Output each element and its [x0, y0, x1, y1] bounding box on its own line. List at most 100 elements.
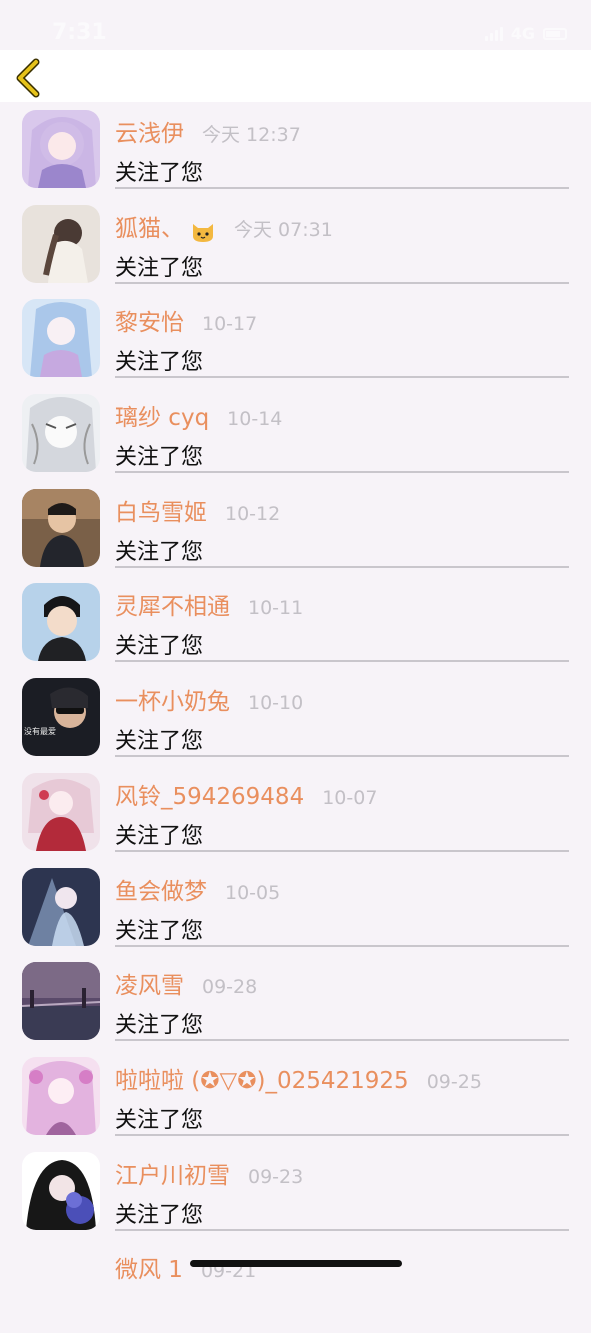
avatar[interactable]	[22, 488, 100, 567]
list-item[interactable]: 狐猫、 今天 07:31 关注了您	[0, 197, 591, 292]
divider	[115, 281, 569, 284]
avatar[interactable]	[22, 110, 100, 188]
avatar[interactable]	[22, 299, 100, 378]
user-name[interactable]: 黎安怡	[115, 303, 184, 337]
follow-time: 10-10	[248, 692, 304, 715]
item-header: 一杯小奶兔 10-10	[115, 682, 303, 716]
follow-time: 10-11	[248, 597, 304, 620]
divider	[115, 944, 569, 947]
list-item[interactable]: 凌风雪 09-28 关注了您	[0, 954, 591, 1049]
network-label: 4G	[510, 24, 535, 43]
follow-action-text: 关注了您	[115, 823, 204, 849]
follow-action-text: 关注了您	[115, 918, 204, 944]
divider	[115, 187, 569, 189]
list-item[interactable]: 风铃_594269484 10-07 关注了您	[0, 765, 591, 860]
list-item[interactable]: 云浅伊 今天 12:37 关注了您	[0, 102, 591, 197]
list-item[interactable]: 啦啦啦 (✪▽✪)_025421925 09-25 关注了您	[0, 1049, 591, 1144]
follow-action-text: 关注了您	[115, 1013, 204, 1039]
status-bar: 7:31 4G	[0, 0, 591, 50]
follow-time: 10-07	[322, 786, 378, 809]
follow-action-text: 关注了您	[115, 255, 204, 281]
follow-action-text: 关注了您	[115, 161, 204, 186]
user-name[interactable]: 江户川初雪	[115, 1156, 230, 1190]
avatar[interactable]	[22, 962, 100, 1041]
avatar[interactable]	[22, 867, 100, 946]
divider	[115, 755, 569, 758]
follow-action-text: 关注了您	[115, 1107, 204, 1133]
follow-time: 09-25	[426, 1070, 482, 1093]
back-button[interactable]	[8, 54, 52, 98]
item-header: 黎安怡 10-17	[115, 303, 257, 337]
cat-face-icon	[193, 224, 213, 243]
divider	[115, 1228, 569, 1231]
avatar[interactable]	[22, 1151, 100, 1230]
divider	[115, 660, 569, 663]
follow-time: 10-17	[202, 313, 258, 336]
nav-bar	[0, 50, 591, 102]
follow-time: 今天 07:31	[234, 218, 333, 241]
list-item[interactable]: 微风 1 09-21	[0, 1238, 591, 1333]
item-header: 风铃_594269484 10-07	[115, 777, 377, 811]
follow-time: 10-12	[225, 502, 281, 525]
list-item[interactable]: 黎安怡 10-17 关注了您	[0, 291, 591, 386]
list-item[interactable]: 白鸟雪姬 10-12 关注了您	[0, 481, 591, 576]
list-item[interactable]: 璃纱 cyq 10-14 关注了您	[0, 386, 591, 481]
avatar[interactable]	[22, 1246, 100, 1324]
signal-icon	[484, 26, 503, 41]
user-name[interactable]: 啦啦啦 (✪▽✪)_025421925	[115, 1061, 409, 1095]
item-header: 灵犀不相通 10-11	[115, 587, 303, 621]
follow-action-text: 关注了您	[115, 634, 204, 660]
divider	[115, 1039, 569, 1042]
user-name[interactable]: 鱼会做梦	[115, 872, 207, 906]
item-header: 云浅伊 今天 12:37	[115, 114, 301, 148]
item-header: 狐猫、 今天 07:31	[115, 209, 333, 245]
avatar[interactable]	[22, 772, 100, 851]
item-header: 鱼会做梦 10-05	[115, 872, 280, 906]
chevron-left-icon	[16, 58, 40, 98]
list-item[interactable]: 江户川初雪 09-23 关注了您	[0, 1144, 591, 1239]
follower-list: 云浅伊 今天 12:37 关注了您 狐猫、 今天 07:31 关注了您 黎安怡 10-17 关注…	[0, 102, 591, 1333]
avatar[interactable]	[22, 394, 100, 473]
follow-action-text: 关注了您	[115, 350, 204, 376]
user-name[interactable]: 风铃_594269484	[115, 777, 304, 811]
user-name[interactable]: 白鸟雪姬	[115, 493, 207, 527]
divider	[115, 1133, 569, 1136]
status-time: 7:31	[52, 20, 107, 45]
follow-time: 09-23	[248, 1165, 304, 1188]
user-name[interactable]: 一杯小奶兔	[115, 682, 230, 716]
svg-text:没有最爱: 没有最爱	[24, 726, 56, 736]
follow-action-text: 关注了您	[115, 539, 204, 565]
follow-action-text: 关注了您	[115, 1202, 204, 1228]
list-item[interactable]: 没有最爱 一杯小奶兔 10-10 关注了您	[0, 670, 591, 765]
divider	[115, 565, 569, 568]
follow-time: 10-14	[227, 408, 283, 431]
battery-icon	[543, 27, 567, 40]
item-header: 凌风雪 09-28	[115, 966, 257, 1000]
user-name[interactable]: 灵犀不相通	[115, 587, 230, 621]
emoji	[184, 218, 216, 244]
list-item[interactable]: 鱼会做梦 10-05 关注了您	[0, 860, 591, 955]
avatar[interactable]: 没有最爱	[22, 678, 100, 757]
item-header: 微风 1 09-21	[115, 1250, 256, 1284]
item-header: 白鸟雪姬 10-12	[115, 493, 280, 527]
item-header: 江户川初雪 09-23	[115, 1156, 303, 1190]
follow-action-text: 关注了您	[115, 445, 204, 471]
avatar[interactable]	[22, 204, 100, 283]
user-name[interactable]: 璃纱 cyq	[115, 398, 209, 432]
avatar[interactable]	[22, 1056, 100, 1135]
item-header: 啦啦啦 (✪▽✪)_025421925 09-25	[115, 1061, 482, 1095]
user-name[interactable]: 微风 1	[115, 1250, 183, 1284]
divider	[115, 849, 569, 852]
follow-time: 09-28	[202, 976, 258, 999]
home-indicator[interactable]	[190, 1260, 402, 1267]
user-name[interactable]: 狐猫、	[115, 209, 184, 243]
avatar[interactable]	[22, 583, 100, 662]
status-indicators: 4G	[484, 24, 567, 43]
divider	[115, 376, 569, 379]
list-item[interactable]: 灵犀不相通 10-11 关注了您	[0, 575, 591, 670]
user-name[interactable]: 凌风雪	[115, 966, 184, 1000]
follow-time: 10-05	[225, 881, 281, 904]
divider	[115, 471, 569, 474]
follow-time: 今天 12:37	[202, 124, 301, 146]
user-name[interactable]: 云浅伊	[115, 114, 184, 148]
